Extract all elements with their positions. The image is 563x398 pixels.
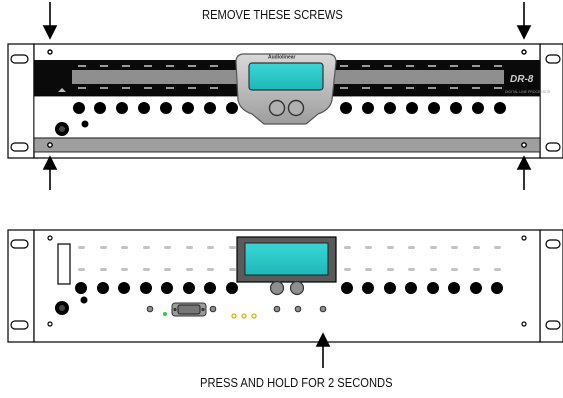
arrow-top-right: [516, 2, 532, 40]
rack-unit-diagram: DR-8 DIGITAL LINE PROCESSOR Audiolinear: [7, 2, 563, 368]
screw-2-bottom-right: [521, 321, 527, 327]
arrow-bottom-right: [516, 155, 532, 190]
screw-bottom-right[interactable]: [521, 142, 527, 148]
top-rack-unit: DR-8 DIGITAL LINE PROCESSOR Audiolinear: [7, 2, 563, 190]
meter-left: [72, 70, 240, 84]
right-rack-ear-2: [539, 229, 563, 343]
screw-2-bottom-left: [47, 321, 53, 327]
label-slot: [57, 243, 71, 285]
lcd-display: [248, 62, 324, 91]
screw-top-right[interactable]: [521, 49, 527, 55]
lcd-display-2: [244, 242, 329, 276]
brand-label: Audiolinear: [268, 55, 296, 61]
screw-2-top-left: [47, 235, 53, 241]
screw-top-left[interactable]: [47, 49, 53, 55]
left-rack-ear-2: [7, 229, 35, 343]
left-rack-ear: [7, 43, 35, 159]
arrow-bottom-left: [42, 155, 58, 190]
meter-right: [334, 70, 504, 84]
device-sublabel: DIGITAL LINE PROCESSOR: [505, 90, 551, 94]
lcd-button-right[interactable]: [289, 280, 305, 296]
pod-button-left[interactable]: [268, 99, 286, 117]
device-logo: DR-8: [510, 74, 534, 85]
screw-2-top-right: [521, 235, 527, 241]
pod-button-right[interactable]: [287, 99, 305, 117]
led-indicator: [81, 120, 89, 128]
arrow-top-left: [42, 2, 58, 40]
screw-bottom-left[interactable]: [47, 142, 53, 148]
lcd-button-left[interactable]: [269, 280, 285, 296]
green-led: [163, 312, 167, 316]
bottom-rack-unit: [7, 229, 563, 368]
db9-connector[interactable]: [171, 302, 207, 317]
right-rack-ear: [539, 43, 563, 159]
led-indicator-2: [80, 296, 88, 304]
bottom-strip: [33, 137, 541, 153]
